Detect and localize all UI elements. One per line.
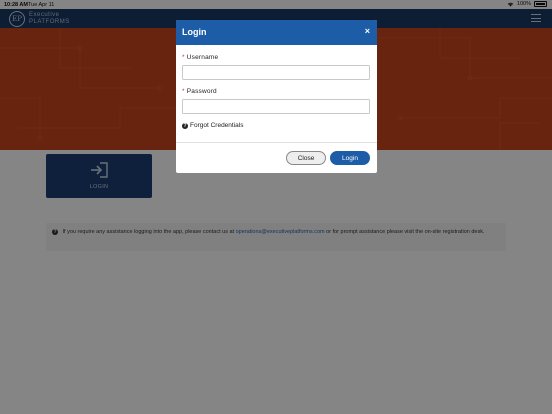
password-label-text: Password [186, 88, 217, 95]
password-label: * Password [182, 88, 217, 95]
login-button[interactable]: Login [330, 151, 370, 165]
forgot-credentials-label[interactable]: Forgot Credentials [190, 122, 243, 129]
question-circle-icon: ? [182, 122, 188, 129]
username-field[interactable] [182, 65, 370, 80]
forgot-credentials-link[interactable]: ? Forgot Credentials [182, 122, 243, 129]
close-icon[interactable]: × [365, 26, 370, 36]
close-button[interactable]: Close [286, 151, 326, 165]
username-label: * Username [182, 54, 218, 61]
username-label-text: Username [186, 54, 219, 61]
modal-divider [176, 142, 377, 143]
modal-title: Login [182, 27, 207, 37]
login-modal: Login × * Username * Password ? Forgot Cre… [176, 20, 377, 173]
password-field[interactable] [182, 99, 370, 114]
required-marker: * [182, 54, 185, 61]
modal-header: Login × [176, 20, 377, 45]
required-marker: * [182, 88, 185, 95]
